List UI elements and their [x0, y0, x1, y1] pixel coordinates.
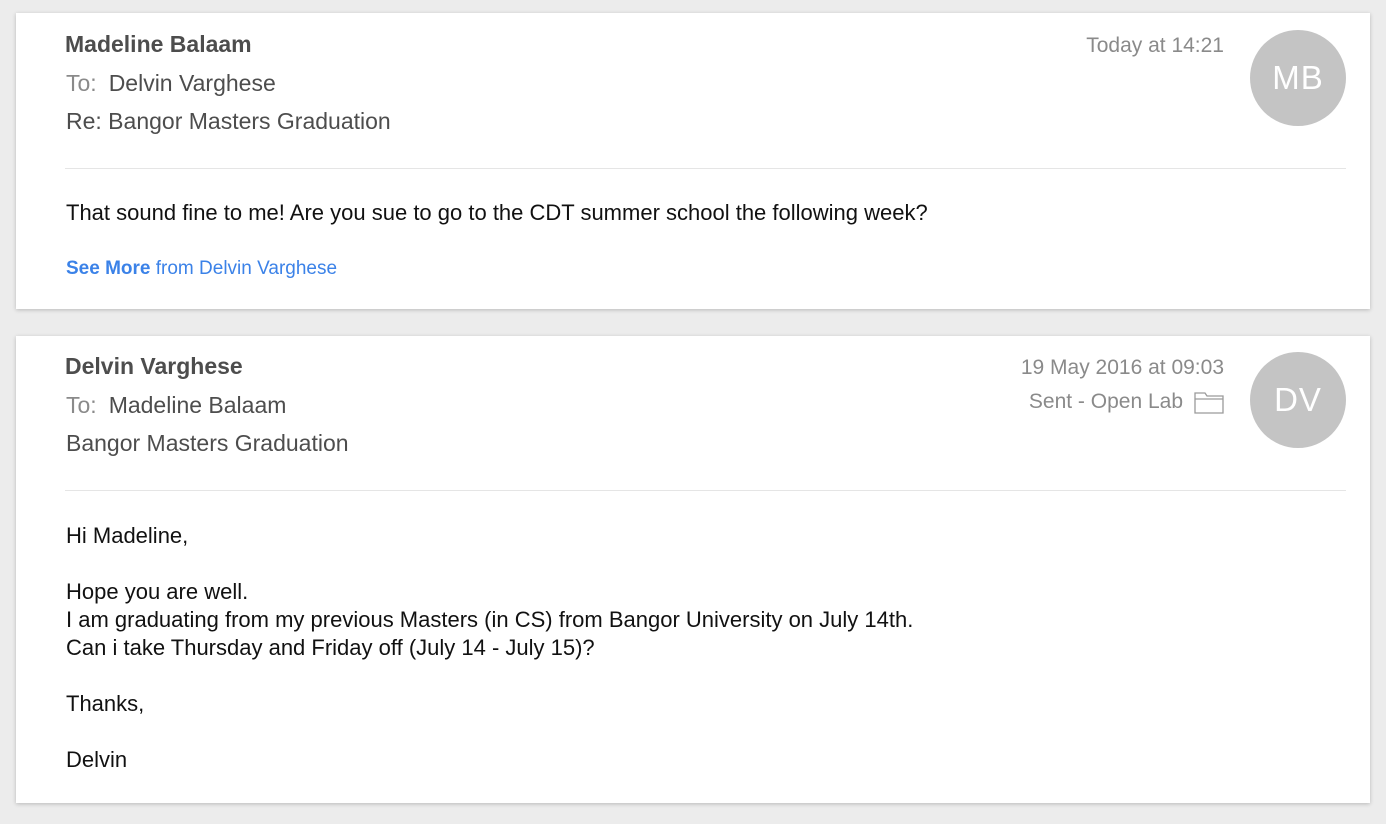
message-body: Hi Madeline, Hope you are well. I am gra… — [66, 522, 913, 774]
mailbox-name: Sent - Open Lab — [1028, 390, 1183, 413]
folder-icon[interactable] — [1194, 390, 1224, 414]
mailbox-label[interactable]: Sent - Open Lab — [1029, 390, 1224, 414]
see-more-bold: See More — [66, 258, 151, 279]
see-more-link[interactable]: See More from Delvin Varghese — [66, 258, 337, 280]
message-date: 19 May 2016 at 09:03 — [1020, 356, 1224, 379]
header-divider — [65, 168, 1346, 169]
recipient-name[interactable]: Delvin Varghese — [109, 70, 276, 96]
body-line — [66, 718, 913, 746]
see-more-rest: from Delvin Varghese — [150, 258, 338, 279]
avatar: MB — [1250, 30, 1346, 126]
header-divider — [65, 490, 1346, 491]
subject-line: Bangor Masters Graduation — [66, 430, 349, 456]
to-label: To: — [66, 70, 97, 96]
message-date: Today at 14:21 — [1086, 34, 1224, 57]
body-line — [66, 550, 913, 578]
avatar: DV — [1250, 352, 1346, 448]
body-line: Can i take Thursday and Friday off (July… — [66, 635, 595, 660]
recipient-row: To: Delvin Varghese — [66, 70, 276, 97]
recipient-name[interactable]: Madeline Balaam — [109, 392, 287, 418]
body-line: I am graduating from my previous Masters… — [66, 607, 914, 632]
to-label: To: — [66, 392, 97, 418]
body-line: Delvin — [66, 747, 128, 772]
body-line: Hi Madeline, — [66, 523, 189, 548]
sender-name: Delvin Varghese — [65, 353, 243, 379]
body-line: Hope you are well. — [66, 579, 249, 604]
subject-line: Re: Bangor Masters Graduation — [66, 108, 391, 134]
message-card[interactable]: Madeline Balaam To: Delvin Varghese Re: B… — [16, 13, 1370, 309]
message-card[interactable]: Delvin Varghese To: Madeline Balaam Bango… — [16, 336, 1370, 803]
recipient-row: To: Madeline Balaam — [66, 392, 286, 419]
sender-name: Madeline Balaam — [65, 31, 252, 57]
message-body: That sound fine to me! Are you sue to go… — [66, 200, 928, 225]
body-line — [66, 662, 913, 690]
body-line: Thanks, — [66, 691, 145, 716]
